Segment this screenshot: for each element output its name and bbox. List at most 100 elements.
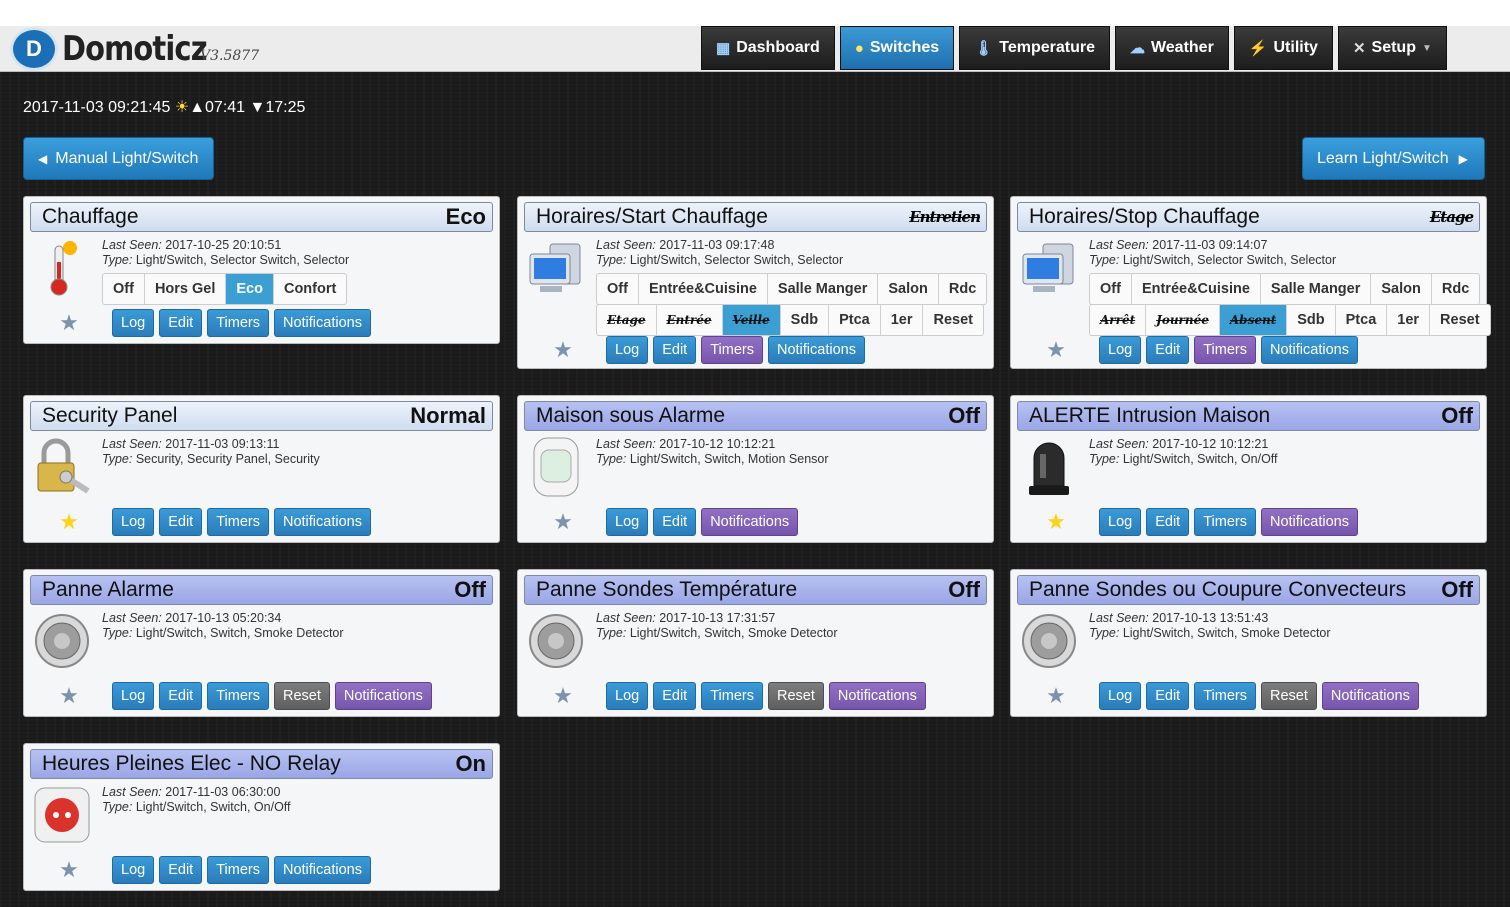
smoke-detector-icon[interactable] bbox=[1019, 610, 1079, 672]
selector-option-eco[interactable]: Eco bbox=[226, 274, 274, 304]
selector-option-redacted-3[interactable]: Veille bbox=[722, 305, 781, 335]
reset-button[interactable]: Reset bbox=[767, 682, 824, 710]
notifications-button[interactable]: Notifications bbox=[767, 336, 865, 364]
selector-option-redacted-1[interactable]: Arrêt bbox=[1090, 305, 1147, 335]
notifications-button[interactable]: Notifications bbox=[334, 682, 432, 710]
selector-option-confort[interactable]: Confort bbox=[274, 274, 346, 304]
notifications-button[interactable]: Notifications bbox=[1260, 336, 1358, 364]
timers-button[interactable]: Timers bbox=[701, 682, 763, 710]
type-label: Type: bbox=[102, 253, 133, 267]
log-button[interactable]: Log bbox=[112, 309, 155, 337]
notifications-button[interactable]: Notifications bbox=[1260, 508, 1358, 536]
timers-button[interactable]: Timers bbox=[207, 682, 269, 710]
edit-button[interactable]: Edit bbox=[1146, 336, 1190, 364]
notifications-button[interactable]: Notifications bbox=[273, 508, 371, 536]
log-button[interactable]: Log bbox=[606, 508, 649, 536]
edit-button[interactable]: Edit bbox=[653, 336, 697, 364]
log-button[interactable]: Log bbox=[606, 682, 649, 710]
nav-setup[interactable]: ✕ Setup ▼ bbox=[1337, 26, 1447, 70]
favorite-star-icon[interactable]: ★ bbox=[48, 310, 90, 336]
computer-icon[interactable] bbox=[1019, 239, 1079, 301]
timers-button[interactable]: Timers bbox=[1194, 336, 1256, 364]
timers-button[interactable]: Timers bbox=[701, 336, 763, 364]
thermometer-sun-icon[interactable] bbox=[32, 237, 92, 299]
nav-weather[interactable]: ☁ Weather bbox=[1114, 26, 1229, 70]
timers-button[interactable]: Timers bbox=[1194, 682, 1256, 710]
selector-option-off[interactable]: Off bbox=[597, 274, 639, 304]
selector-option-sdb[interactable]: Sdb bbox=[1287, 305, 1336, 335]
notifications-button[interactable]: Notifications bbox=[1321, 682, 1419, 710]
selector-option-1er[interactable]: 1er bbox=[1387, 305, 1431, 335]
selector-option-salle-manger[interactable]: Salle Manger bbox=[1261, 274, 1372, 304]
favorite-star-icon[interactable]: ★ bbox=[542, 337, 584, 363]
selector-option-off[interactable]: Off bbox=[103, 274, 145, 304]
nav-switches[interactable]: ● Switches bbox=[839, 26, 955, 70]
reset-button[interactable]: Reset bbox=[273, 682, 330, 710]
favorite-star-icon[interactable]: ★ bbox=[48, 857, 90, 883]
selector-option-salle-manger[interactable]: Salle Manger bbox=[768, 274, 879, 304]
selector-option-rdc[interactable]: Rdc bbox=[939, 274, 986, 304]
log-button[interactable]: Log bbox=[1099, 508, 1142, 536]
smoke-detector-icon[interactable] bbox=[526, 610, 586, 672]
timers-button[interactable]: Timers bbox=[1194, 508, 1256, 536]
smoke-detector-icon[interactable] bbox=[32, 610, 92, 672]
manual-light-switch-button[interactable]: ◀ Manual Light/Switch bbox=[23, 137, 214, 180]
selector-option-reset[interactable]: Reset bbox=[923, 305, 983, 335]
log-button[interactable]: Log bbox=[112, 682, 155, 710]
favorite-star-icon[interactable]: ★ bbox=[48, 683, 90, 709]
log-button[interactable]: Log bbox=[1099, 682, 1142, 710]
reset-button[interactable]: Reset bbox=[1260, 682, 1317, 710]
timers-button[interactable]: Timers bbox=[207, 309, 269, 337]
favorite-star-icon[interactable]: ★ bbox=[1035, 337, 1077, 363]
edit-button[interactable]: Edit bbox=[653, 682, 697, 710]
selector-option-redacted-1[interactable]: Etage bbox=[597, 305, 657, 335]
selector-option-redacted-2[interactable]: Entrée bbox=[657, 305, 723, 335]
edit-button[interactable]: Edit bbox=[159, 682, 203, 710]
log-button[interactable]: Log bbox=[112, 856, 155, 884]
selector-option-entree-cuisine[interactable]: Entrée&Cuisine bbox=[1132, 274, 1261, 304]
selector-option-off[interactable]: Off bbox=[1090, 274, 1132, 304]
notifications-button[interactable]: Notifications bbox=[701, 508, 799, 536]
nav-dashboard[interactable]: ▦ Dashboard bbox=[701, 26, 835, 70]
edit-button[interactable]: Edit bbox=[653, 508, 697, 536]
notifications-button[interactable]: Notifications bbox=[273, 856, 371, 884]
edit-button[interactable]: Edit bbox=[1146, 682, 1190, 710]
siren-light-icon[interactable] bbox=[1019, 436, 1079, 498]
edit-button[interactable]: Edit bbox=[159, 856, 203, 884]
favorite-star-icon[interactable]: ★ bbox=[1035, 509, 1077, 535]
selector-option-salon[interactable]: Salon bbox=[1371, 274, 1432, 304]
selector-option-reset[interactable]: Reset bbox=[1430, 305, 1490, 335]
favorite-star-icon[interactable]: ★ bbox=[542, 509, 584, 535]
selector-option-hors-gel[interactable]: Hors Gel bbox=[145, 274, 227, 304]
selector-option-1er[interactable]: 1er bbox=[881, 305, 924, 335]
learn-light-switch-button[interactable]: Learn Light/Switch ▶ bbox=[1302, 137, 1485, 180]
log-button[interactable]: Log bbox=[606, 336, 649, 364]
edit-button[interactable]: Edit bbox=[159, 508, 203, 536]
log-button[interactable]: Log bbox=[112, 508, 155, 536]
computer-icon[interactable] bbox=[526, 239, 586, 301]
timers-button[interactable]: Timers bbox=[207, 856, 269, 884]
log-button[interactable]: Log bbox=[1099, 336, 1142, 364]
power-outlet-icon[interactable] bbox=[32, 784, 92, 846]
notifications-button[interactable]: Notifications bbox=[828, 682, 926, 710]
selector-option-ptca[interactable]: Ptca bbox=[829, 305, 881, 335]
selector-option-redacted-2[interactable]: Journée bbox=[1146, 305, 1220, 335]
favorite-star-icon[interactable]: ★ bbox=[1035, 683, 1077, 709]
nav-utility[interactable]: ⚡ Utility bbox=[1233, 26, 1333, 70]
nav-temperature[interactable]: 🌡︎ Temperature bbox=[959, 26, 1110, 70]
selector-option-rdc[interactable]: Rdc bbox=[1432, 274, 1479, 304]
motion-sensor-icon[interactable] bbox=[526, 436, 586, 498]
edit-button[interactable]: Edit bbox=[1146, 508, 1190, 536]
edit-button[interactable]: Edit bbox=[159, 309, 203, 337]
favorite-star-icon[interactable]: ★ bbox=[542, 683, 584, 709]
selector-option-sdb[interactable]: Sdb bbox=[781, 305, 830, 335]
selector-option-ptca[interactable]: Ptca bbox=[1336, 305, 1388, 335]
notifications-button[interactable]: Notifications bbox=[273, 309, 371, 337]
selector-option-salon[interactable]: Salon bbox=[878, 274, 939, 304]
favorite-star-icon[interactable]: ★ bbox=[48, 509, 90, 535]
selector-option-entree-cuisine[interactable]: Entrée&Cuisine bbox=[639, 274, 768, 304]
timers-button[interactable]: Timers bbox=[207, 508, 269, 536]
selector-option-redacted-3[interactable]: Absent bbox=[1219, 305, 1288, 335]
logo[interactable]: D Domoticz bbox=[10, 26, 232, 72]
padlock-key-icon[interactable] bbox=[32, 436, 92, 498]
